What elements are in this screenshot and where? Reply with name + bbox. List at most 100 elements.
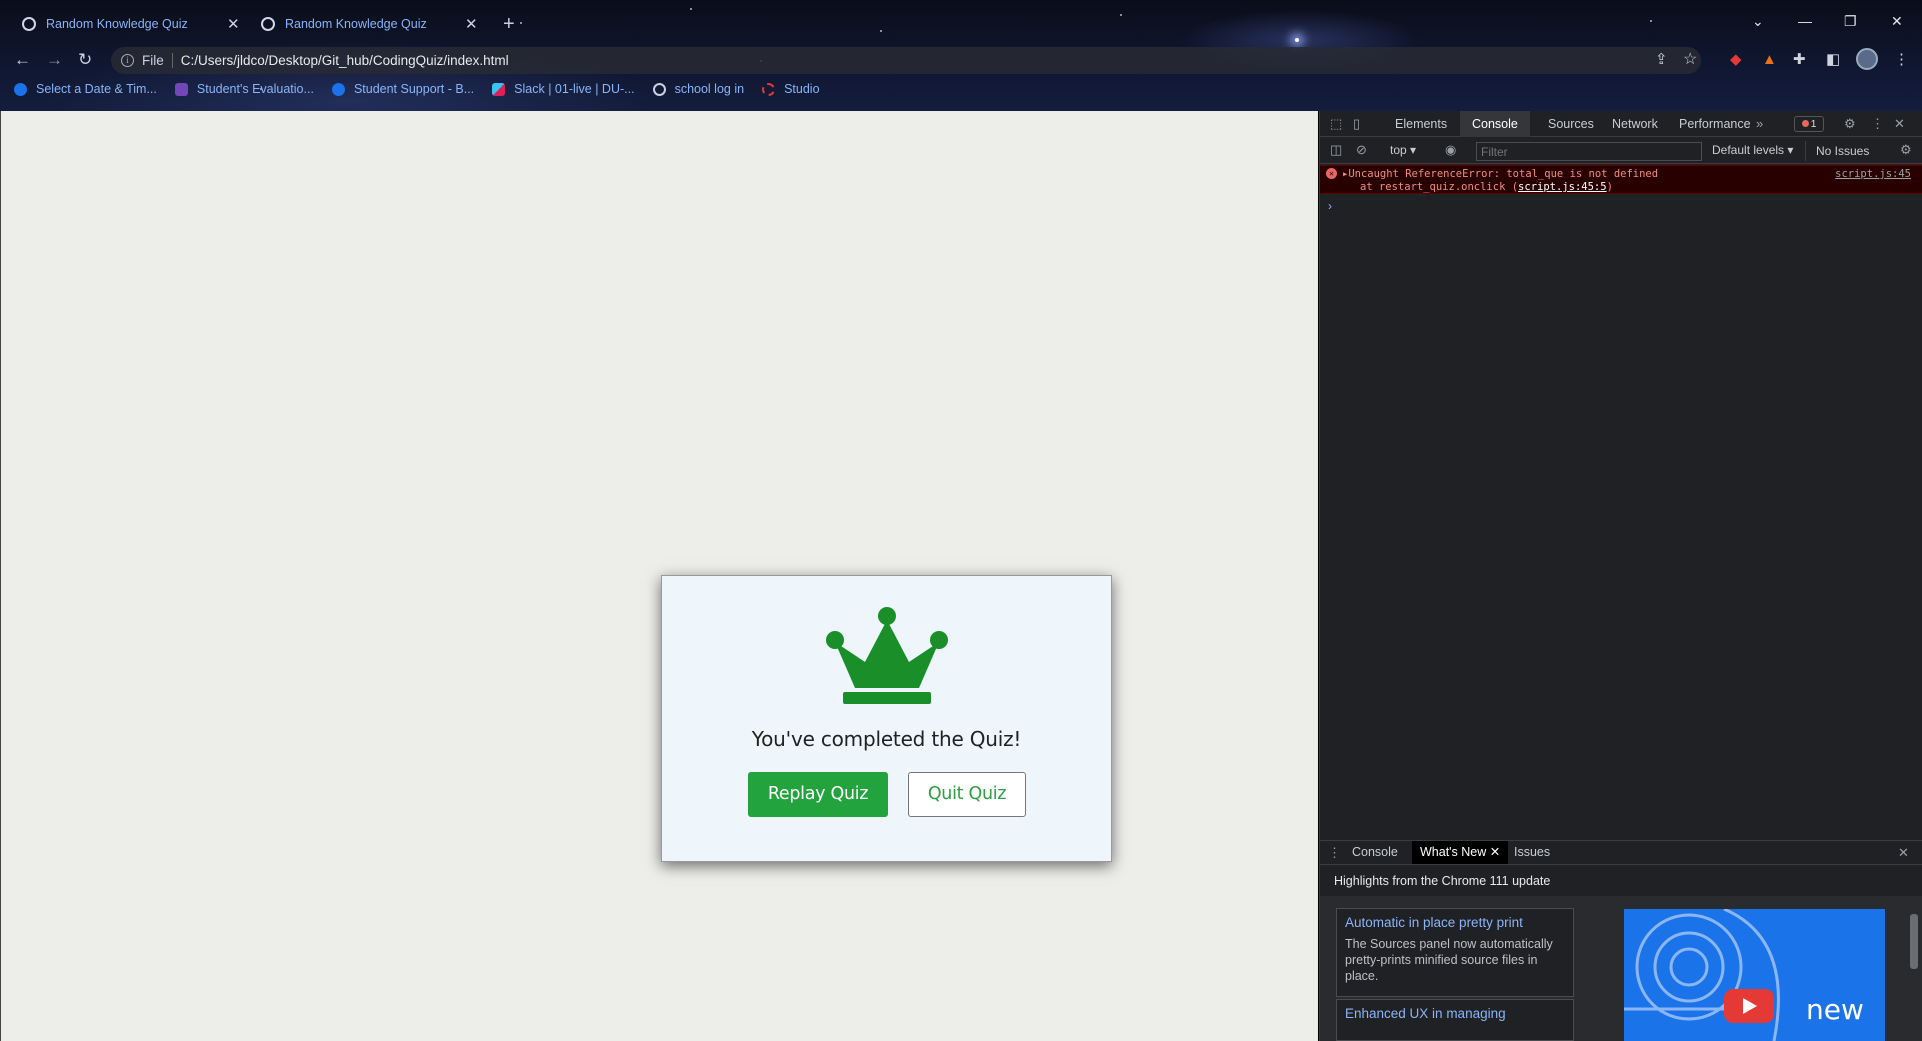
youtube-play-icon[interactable]	[1724, 989, 1774, 1023]
whats-new-heading: Highlights from the Chrome 111 update	[1334, 874, 1551, 888]
browser-tab[interactable]: Random Knowledge Quiz ✕	[261, 12, 478, 36]
bookmark-item[interactable]: Slack | 01-live | DU-...	[492, 82, 635, 96]
sidebar-toggle-icon[interactable]: ◫	[1330, 142, 1342, 158]
drawer-tab-whats-new[interactable]: What's New ✕	[1412, 841, 1509, 864]
devtools-menu-icon[interactable]: ⋮	[1871, 116, 1884, 132]
console-prompt[interactable]: ›	[1328, 199, 1332, 213]
context-select[interactable]: top ▾	[1390, 143, 1416, 157]
bookmark-label: Slack | 01-live | DU-...	[514, 82, 635, 96]
forms-icon	[174, 82, 188, 96]
console-settings-icon[interactable]: ⚙	[1900, 142, 1912, 158]
error-count: 1	[1810, 118, 1817, 130]
extension-icon[interactable]: ▲	[1762, 50, 1777, 70]
log-levels-select[interactable]: Default levels ▾	[1712, 143, 1793, 157]
tab-elements[interactable]: Elements	[1383, 111, 1459, 137]
calendly-icon	[14, 82, 27, 96]
close-devtools-icon[interactable]: ✕	[1894, 116, 1905, 132]
puzzle-icon[interactable]: ✚	[1793, 50, 1806, 70]
video-thumbnail[interactable]: new	[1624, 909, 1885, 1041]
share-icon[interactable]: ⇪	[1655, 50, 1668, 68]
drawer-tab-issues[interactable]: Issues	[1506, 841, 1558, 864]
address-bar[interactable]: i File C:/Users/jldco/Desktop/Git_hub/Co…	[111, 47, 1701, 74]
tab-sources[interactable]: Sources	[1536, 111, 1606, 137]
globe-icon	[652, 82, 666, 96]
extension-icon[interactable]: ◆	[1730, 50, 1742, 70]
scroll-thumb[interactable]	[1910, 914, 1918, 969]
menu-kebab-icon[interactable]: ⋮	[1894, 50, 1909, 70]
bookmark-label: school log in	[674, 82, 745, 96]
more-tabs-icon[interactable]: »	[1756, 116, 1763, 132]
bookmark-item[interactable]: school log in	[652, 82, 745, 96]
globe-icon	[261, 17, 275, 31]
drawer-tabbar: ⋮ Console What's New ✕ Issues ✕	[1320, 840, 1922, 865]
url-text[interactable]: C:/Users/jldco/Desktop/Git_hub/CodingQui…	[181, 53, 509, 68]
studio-icon	[762, 82, 776, 96]
restore-button[interactable]: ❐	[1844, 10, 1857, 32]
browser-tab[interactable]: Random Knowledge Quiz ✕	[22, 12, 240, 36]
tab-performance[interactable]: Performance	[1667, 111, 1763, 137]
device-toolbar-icon[interactable]: ▯	[1353, 116, 1360, 132]
feature-title[interactable]: Enhanced UX in managing	[1345, 1006, 1565, 1021]
bookmark-item[interactable]: Select a Date & Tim...	[14, 82, 157, 96]
scrollbar[interactable]	[1908, 896, 1920, 1041]
bookmark-item[interactable]: Student's Evaluatio...	[174, 82, 314, 96]
replay-quiz-button[interactable]: Replay Quiz	[748, 772, 888, 817]
stack-link[interactable]: script.js:45:5	[1518, 181, 1607, 193]
video-label: new	[1806, 993, 1864, 1026]
feature-title[interactable]: Automatic in place pretty print	[1345, 915, 1565, 930]
back-arrow-icon[interactable]: ←	[14, 49, 31, 71]
bookmark-star-icon[interactable]: ☆	[1683, 49, 1697, 69]
avatar[interactable]	[1856, 48, 1878, 70]
tab-title: Random Knowledge Quiz	[46, 17, 188, 31]
close-icon[interactable]: ✕	[227, 15, 240, 33]
drawer-tab-console[interactable]: Console	[1344, 841, 1406, 864]
complete-message: You've completed the Quiz!	[751, 727, 1022, 751]
tab-console[interactable]: Console	[1460, 111, 1530, 137]
globe-icon	[22, 17, 36, 31]
support-icon	[331, 82, 345, 96]
feature-card[interactable]: Automatic in place pretty print The Sour…	[1336, 908, 1574, 997]
side-panel-icon[interactable]: ◧	[1826, 50, 1840, 70]
tab-title: Random Knowledge Quiz	[285, 17, 427, 31]
error-count-badge[interactable]: 1	[1794, 116, 1824, 132]
error-dot-icon	[1801, 120, 1809, 127]
browser-chrome: Random Knowledge Quiz ✕ Random Knowledge…	[0, 0, 1922, 111]
forward-arrow-icon[interactable]: →	[46, 49, 63, 71]
settings-gear-icon[interactable]: ⚙	[1844, 116, 1856, 132]
bookmark-item[interactable]: Studio	[762, 82, 820, 96]
error-icon: ✕	[1326, 168, 1337, 179]
tab-network[interactable]: Network	[1600, 111, 1670, 137]
new-tab-button[interactable]: +	[503, 12, 515, 36]
drawer-menu-icon[interactable]: ⋮	[1328, 845, 1341, 861]
error-text: ▸Uncaught ReferenceError: total_que is n…	[1342, 168, 1659, 180]
error-stack-line: at restart_quiz.onclick (script.js:45:5)	[1360, 181, 1613, 193]
clear-console-icon[interactable]: ⊘	[1356, 142, 1367, 158]
close-icon[interactable]: ✕	[465, 15, 478, 33]
whats-new-content: Automatic in place pretty print The Sour…	[1320, 896, 1922, 1041]
error-source-link[interactable]: script.js:45	[1835, 168, 1911, 180]
close-icon[interactable]: ✕	[1490, 845, 1500, 859]
tab-search-icon[interactable]: ⌄	[1752, 10, 1764, 32]
devtools-tabbar: ⬚ ▯ Elements Console Sources Network Per…	[1320, 111, 1922, 137]
minimize-button[interactable]: —	[1798, 10, 1812, 32]
page-viewport: You've completed the Quiz! Replay Quiz Q…	[0, 111, 1318, 1041]
console-error-message[interactable]: ✕ ▸Uncaught ReferenceError: total_que is…	[1320, 165, 1922, 194]
eye-icon[interactable]: ◉	[1445, 142, 1456, 158]
quit-quiz-button[interactable]: Quit Quiz	[908, 772, 1026, 817]
bookmark-item[interactable]: Student Support - B...	[331, 82, 475, 96]
issues-button[interactable]: No Issues	[1805, 141, 1869, 161]
info-icon[interactable]: i	[121, 54, 134, 67]
inspect-icon[interactable]: ⬚	[1330, 116, 1342, 132]
close-drawer-icon[interactable]: ✕	[1898, 845, 1909, 861]
devtools-panel: ⬚ ▯ Elements Console Sources Network Per…	[1319, 111, 1922, 1041]
reload-icon[interactable]: ↻	[78, 49, 92, 71]
window-close-button[interactable]: ✕	[1891, 10, 1903, 32]
result-box: You've completed the Quiz! Replay Quiz Q…	[661, 575, 1112, 862]
slack-icon	[492, 82, 506, 96]
feature-card[interactable]: Enhanced UX in managing	[1336, 999, 1574, 1041]
filter-input[interactable]	[1476, 142, 1702, 161]
bookmark-label: Select a Date & Tim...	[36, 82, 157, 96]
console-toolbar: ◫ ⊘ top ▾ ◉ Default levels ▾ No Issues ⚙	[1320, 138, 1922, 164]
bookmark-label: Student Support - B...	[353, 82, 475, 96]
bookmarks-bar: Select a Date & Tim... Student's Evaluat…	[14, 82, 838, 96]
